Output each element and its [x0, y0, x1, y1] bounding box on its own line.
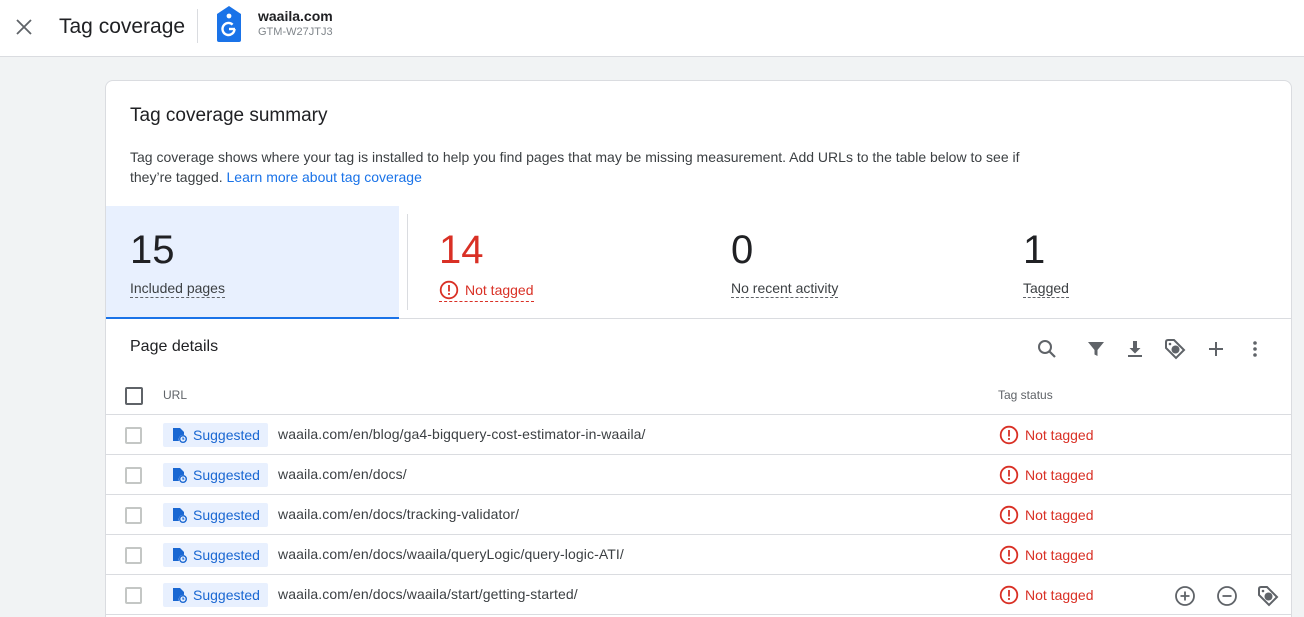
- download-icon[interactable]: [1123, 337, 1147, 361]
- error-icon: [439, 280, 459, 300]
- stat-value: 15: [130, 228, 175, 272]
- row-status: Not tagged: [999, 585, 1094, 605]
- suggested-chip: Suggested: [163, 583, 268, 607]
- table-row[interactable]: Suggested waaila.com/en/docs/ Not tagged: [106, 455, 1291, 495]
- row-checkbox[interactable]: [125, 467, 142, 484]
- table-row[interactable]: Suggested waaila.com/en/docs/waaila/quer…: [106, 535, 1291, 575]
- row-checkbox[interactable]: [125, 587, 142, 604]
- error-icon: [999, 585, 1019, 605]
- suggested-tag-icon: [173, 588, 187, 603]
- row-status: Not tagged: [999, 465, 1094, 485]
- select-all-checkbox[interactable]: [125, 387, 143, 405]
- row-url: waaila.com/en/docs/waaila/queryLogic/que…: [278, 546, 624, 562]
- learn-more-link[interactable]: Learn more about tag coverage: [227, 169, 422, 185]
- row-status-text: Not tagged: [1025, 587, 1094, 603]
- top-bar: Tag coverage waaila.com GTM-W27JTJ3: [0, 0, 1304, 57]
- suggested-chip: Suggested: [163, 503, 268, 527]
- chip-label: Suggested: [193, 587, 260, 603]
- table-row[interactable]: Suggested waaila.com/en/docs/waaila/star…: [106, 575, 1291, 615]
- suggested-chip: Suggested: [163, 463, 268, 487]
- row-url: waaila.com/en/docs/: [278, 466, 407, 482]
- chip-label: Suggested: [193, 467, 260, 483]
- table-row[interactable]: Suggested waaila.com/en/blog/ga4-bigquer…: [106, 415, 1291, 455]
- stat-label: No recent activity: [731, 280, 839, 298]
- row-status-text: Not tagged: [1025, 507, 1094, 523]
- stat-value: 0: [731, 228, 754, 272]
- page-details-title: Page details: [130, 338, 219, 355]
- row-status-text: Not tagged: [1025, 427, 1094, 443]
- stat-included-pages[interactable]: 15 Included pages: [106, 206, 399, 319]
- row-url: waaila.com/en/blog/ga4-bigquery-cost-est…: [278, 426, 646, 442]
- add-circle-icon[interactable]: [1173, 584, 1197, 608]
- chip-label: Suggested: [193, 507, 260, 523]
- row-checkbox[interactable]: [125, 547, 142, 564]
- stat-not-tagged[interactable]: 14 Not tagged: [415, 206, 705, 319]
- suggested-chip: Suggested: [163, 423, 268, 447]
- remove-circle-icon[interactable]: [1215, 584, 1239, 608]
- stat-label: Included pages: [130, 280, 225, 298]
- tag-coverage-card: Tag coverage summary Tag coverage shows …: [105, 80, 1292, 617]
- suggested-chip: Suggested: [163, 543, 268, 567]
- stat-divider: [407, 214, 408, 310]
- close-icon[interactable]: [11, 14, 37, 40]
- error-icon: [999, 425, 1019, 445]
- container-id: GTM-W27JTJ3: [258, 26, 333, 38]
- filter-icon[interactable]: [1084, 337, 1108, 361]
- stat-value: 14: [439, 228, 484, 272]
- row-status: Not tagged: [999, 545, 1094, 565]
- stat-value: 1: [1023, 228, 1046, 272]
- error-icon: [999, 465, 1019, 485]
- suggested-tag-icon: [173, 508, 187, 523]
- stat-label-text: No recent activity: [731, 280, 839, 296]
- suggested-tag-icon: [173, 548, 187, 563]
- stat-label: Tagged: [1023, 280, 1069, 298]
- stat-no-recent-activity[interactable]: 0 No recent activity: [707, 206, 997, 319]
- error-icon: [999, 505, 1019, 525]
- table-header: URL Tag status: [106, 378, 1291, 415]
- stat-tagged[interactable]: 1 Tagged: [999, 206, 1289, 319]
- row-status: Not tagged: [999, 425, 1094, 445]
- header-divider: [197, 9, 198, 43]
- google-tag-logo-icon: [215, 5, 243, 43]
- suggested-tag-icon: [173, 428, 187, 443]
- stat-label-text: Tagged: [1023, 280, 1069, 296]
- summary-description: Tag coverage shows where your tag is ins…: [130, 147, 1030, 187]
- add-icon[interactable]: [1204, 337, 1228, 361]
- stats-row: 15 Included pages 14 Not tagged 0 No rec…: [106, 206, 1291, 319]
- chip-label: Suggested: [193, 427, 260, 443]
- row-status: Not tagged: [999, 505, 1094, 525]
- summary-title: Tag coverage summary: [130, 105, 328, 126]
- tag-check-icon[interactable]: [1256, 584, 1280, 608]
- column-header-tag-status[interactable]: Tag status: [998, 388, 1053, 402]
- row-url: waaila.com/en/docs/waaila/start/getting-…: [278, 586, 578, 602]
- row-status-text: Not tagged: [1025, 547, 1094, 563]
- chip-label: Suggested: [193, 547, 260, 563]
- site-name: waaila.com: [258, 8, 333, 24]
- page-title: Tag coverage: [59, 15, 186, 38]
- stat-label-text: Included pages: [130, 280, 225, 296]
- row-status-text: Not tagged: [1025, 467, 1094, 483]
- suggested-tag-icon: [173, 468, 187, 483]
- stat-label: Not tagged: [439, 280, 534, 302]
- stat-label-text: Not tagged: [465, 282, 534, 298]
- search-icon[interactable]: [1035, 337, 1059, 361]
- error-icon: [999, 545, 1019, 565]
- row-checkbox[interactable]: [125, 427, 142, 444]
- row-url: waaila.com/en/docs/tracking-validator/: [278, 506, 520, 522]
- more-vert-icon[interactable]: [1243, 337, 1267, 361]
- row-checkbox[interactable]: [125, 507, 142, 524]
- table-row[interactable]: Suggested waaila.com/en/docs/tracking-va…: [106, 495, 1291, 535]
- column-header-url[interactable]: URL: [163, 388, 187, 402]
- tag-check-icon[interactable]: [1163, 337, 1187, 361]
